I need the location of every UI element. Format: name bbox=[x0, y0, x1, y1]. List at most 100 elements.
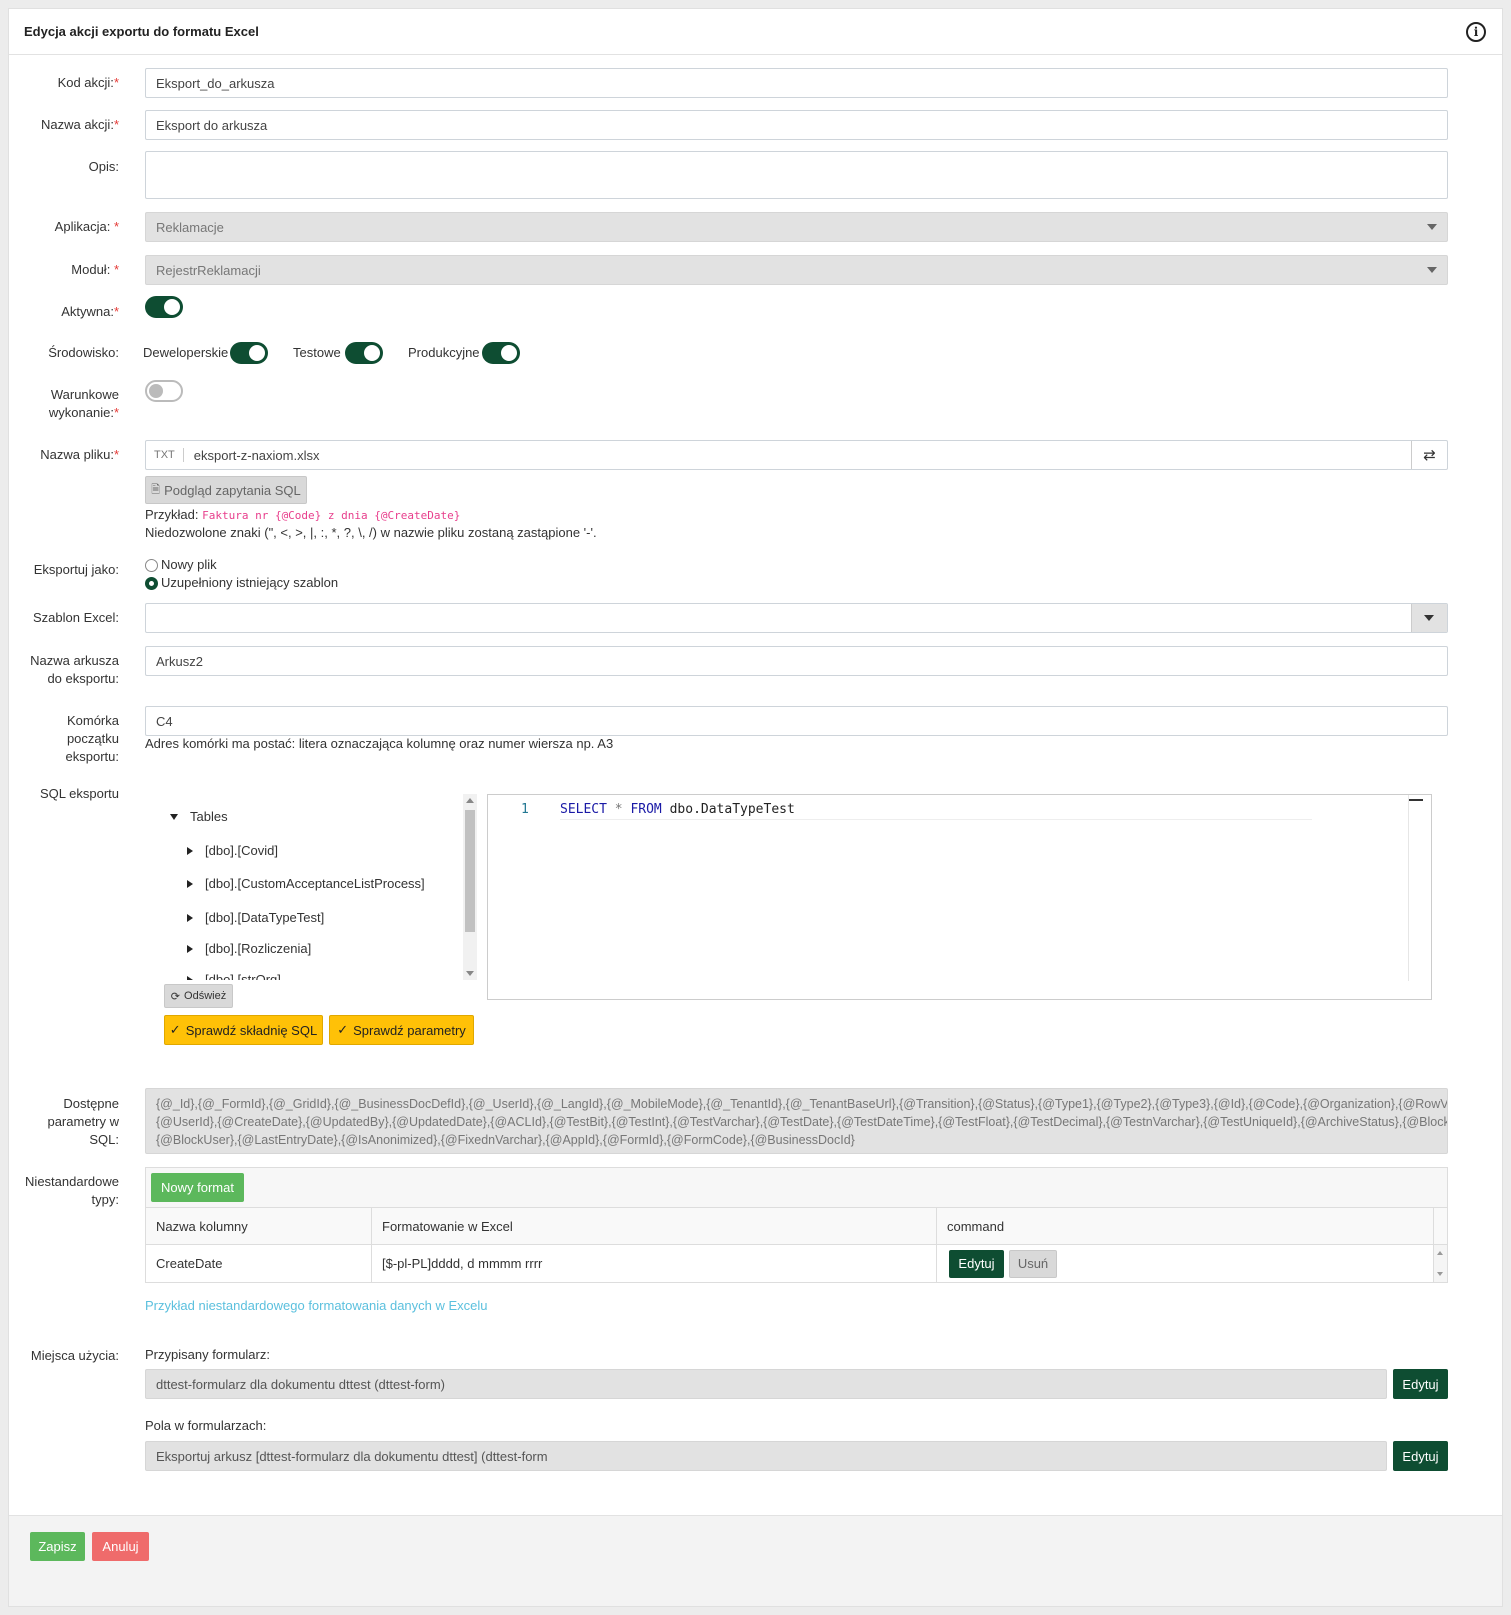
info-icon[interactable]: i bbox=[1466, 21, 1486, 42]
fields-label: Pola w formularzach: bbox=[145, 1418, 267, 1433]
new-format-button[interactable]: Nowy format bbox=[151, 1173, 244, 1202]
save-button[interactable]: Zapisz bbox=[30, 1532, 85, 1561]
kod-label: Kod akcji:* bbox=[57, 75, 119, 90]
cell-column-name: CreateDate bbox=[146, 1245, 372, 1282]
preview-sql-button[interactable]: 🗎 Podgląd zapytania SQL bbox=[145, 476, 307, 504]
warunkowe-label: Warunkowe wykonanie:* bbox=[48, 387, 119, 420]
check-syntax-button[interactable]: ✓ Sprawdź składnię SQL bbox=[164, 1015, 323, 1045]
srodowisko-label: Środowisko: bbox=[48, 345, 119, 360]
refresh-icon: ⟳ bbox=[170, 990, 181, 1003]
kod-input[interactable]: Eksport_do_arkusza bbox=[145, 68, 1448, 98]
env-test-label: Testowe bbox=[293, 345, 341, 360]
env-dev-label: Deweloperskie bbox=[143, 345, 229, 360]
caret-right-icon bbox=[187, 846, 193, 855]
sql-editor[interactable]: 1 SELECT * FROM dbo.DataTypeTest bbox=[487, 794, 1432, 1000]
caret-down-icon bbox=[170, 813, 178, 820]
page-title: Edycja akcji exportu do formatu Excel bbox=[24, 24, 259, 39]
chevron-down-icon[interactable] bbox=[1411, 604, 1447, 632]
format-example-link[interactable]: Przykład niestandardowego formatowania d… bbox=[145, 1298, 488, 1313]
caret-right-icon bbox=[187, 879, 193, 888]
tree-scrollbar[interactable] bbox=[463, 794, 477, 980]
radio-new-label: Nowy plik bbox=[161, 557, 217, 572]
scroll-down-icon[interactable] bbox=[466, 971, 474, 976]
check-circle-icon: ✓ bbox=[169, 1022, 181, 1037]
grid-scrollbar[interactable] bbox=[1434, 1245, 1447, 1282]
params-label: Dostępne parametry w SQL: bbox=[47, 1096, 119, 1147]
check-circle-icon: ✓ bbox=[337, 1022, 349, 1037]
komorka-input[interactable]: C4 bbox=[145, 706, 1448, 736]
assigned-form-field: dttest-formularz dla dokumentu dttest (d… bbox=[145, 1369, 1387, 1399]
edit-fields-button[interactable]: Edytuj bbox=[1393, 1441, 1448, 1471]
cancel-button[interactable]: Anuluj bbox=[92, 1532, 149, 1561]
custom-types-grid: Nowy format Nazwa kolumny Formatowanie w… bbox=[145, 1167, 1448, 1283]
modul-label: Moduł: * bbox=[71, 262, 119, 277]
refresh-button[interactable]: ⟳ Odśwież bbox=[164, 984, 233, 1008]
table-tree: Tables [dbo].[Covid] [dbo].[CustomAccept… bbox=[164, 794, 479, 980]
tree-table-item[interactable]: [dbo].[CustomAcceptanceListProcess] bbox=[187, 876, 425, 891]
opis-textarea[interactable] bbox=[145, 151, 1448, 199]
modul-select[interactable]: RejestrReklamacji bbox=[145, 255, 1448, 285]
caret-right-icon bbox=[187, 944, 193, 953]
cell-format: [$-pl-PL]dddd, d mmmm rrrr bbox=[372, 1245, 937, 1282]
plik-prefix: TXT bbox=[146, 448, 184, 462]
caret-right-icon bbox=[187, 975, 193, 980]
tree-table-item[interactable]: [dbo].[DataTypeTest] bbox=[187, 910, 324, 925]
usage-label: Miejsca użycia: bbox=[30, 1348, 119, 1363]
swap-icon[interactable]: ⇄ bbox=[1411, 441, 1447, 469]
aktywna-toggle[interactable] bbox=[145, 296, 183, 318]
file-icon: 🗎 bbox=[151, 483, 161, 496]
warunkowe-toggle[interactable] bbox=[145, 380, 183, 402]
komorka-label: Komórka początku eksportu: bbox=[65, 713, 119, 764]
edit-panel: Edycja akcji exportu do formatu Excel i … bbox=[8, 8, 1503, 1607]
scroll-down-icon[interactable] bbox=[1437, 1272, 1443, 1276]
footer-bar: Zapisz Anuluj bbox=[9, 1515, 1502, 1606]
table-row: CreateDate [$-pl-PL]dddd, d mmmm rrrr Ed… bbox=[146, 1245, 1447, 1282]
plik-label: Nazwa pliku:* bbox=[40, 447, 119, 462]
env-prod-label: Produkcyjne bbox=[408, 345, 480, 360]
tree-table-item[interactable]: [dbo].[Covid] bbox=[187, 843, 278, 858]
scroll-thumb[interactable] bbox=[465, 810, 475, 932]
form-label: Przypisany formularz: bbox=[145, 1347, 270, 1362]
panel-header: Edycja akcji exportu do formatu Excel i bbox=[9, 9, 1502, 55]
params-textarea[interactable]: {@_Id},{@_FormId},{@_GridId},{@_Business… bbox=[145, 1088, 1448, 1154]
caret-right-icon bbox=[187, 913, 193, 922]
cell-command: Edytuj Usuń bbox=[937, 1245, 1434, 1282]
sql-label: SQL eksportu bbox=[39, 786, 119, 801]
plik-input[interactable]: TXT eksport-z-naxiom.xlsx ⇄ bbox=[145, 440, 1448, 470]
edit-form-button[interactable]: Edytuj bbox=[1393, 1369, 1448, 1399]
chevron-down-icon bbox=[1427, 267, 1437, 273]
env-dev-toggle[interactable] bbox=[230, 342, 268, 364]
column-header[interactable]: command bbox=[937, 1208, 1434, 1244]
check-params-button[interactable]: ✓ Sprawdź parametry bbox=[329, 1015, 474, 1045]
szablon-select[interactable] bbox=[145, 603, 1448, 633]
minimap-slider[interactable] bbox=[1409, 799, 1423, 801]
tree-table-item[interactable]: [dbo].[strOrg] bbox=[187, 972, 281, 980]
form-fields-field: Eksportuj arkusz [dttest-formularz dla d… bbox=[145, 1441, 1387, 1471]
nazwa-input[interactable]: Eksport do arkusza bbox=[145, 110, 1448, 140]
aplikacja-select[interactable]: Reklamacje bbox=[145, 212, 1448, 242]
scroll-up-icon[interactable] bbox=[466, 798, 474, 803]
tree-root[interactable]: Tables bbox=[170, 809, 228, 824]
eksportuj-label: Eksportuj jako: bbox=[33, 562, 119, 577]
grid-toolbar: Nowy format bbox=[146, 1168, 1447, 1208]
edit-row-button[interactable]: Edytuj bbox=[949, 1249, 1004, 1278]
line-number: 1 bbox=[521, 802, 529, 817]
custom-types-label: Niestandardowe typy: bbox=[25, 1174, 119, 1207]
aktywna-label: Aktywna:* bbox=[61, 304, 119, 319]
arkusz-input[interactable]: Arkusz2 bbox=[145, 646, 1448, 676]
radio-new-file[interactable] bbox=[145, 559, 158, 572]
radio-template-label: Uzupełniony istniejący szablon bbox=[161, 575, 339, 590]
scroll-up-icon[interactable] bbox=[1437, 1251, 1443, 1255]
arkusz-label: Nazwa arkusza do eksportu: bbox=[30, 653, 119, 686]
column-header[interactable]: Formatowanie w Excel bbox=[372, 1208, 937, 1244]
env-prod-toggle[interactable] bbox=[482, 342, 520, 364]
sql-code-line[interactable]: SELECT * FROM dbo.DataTypeTest bbox=[560, 802, 1312, 820]
delete-row-button[interactable]: Usuń bbox=[1009, 1249, 1057, 1278]
tree-table-item[interactable]: [dbo].[Rozliczenia] bbox=[187, 941, 311, 956]
env-test-toggle[interactable] bbox=[345, 342, 383, 364]
komorka-note: Adres komórki ma postać: litera oznaczaj… bbox=[145, 736, 614, 751]
aplikacja-label: Aplikacja: * bbox=[54, 219, 119, 234]
forbidden-note: Niedozwolone znaki (", <, >, |, :, *, ?,… bbox=[145, 525, 597, 540]
radio-template[interactable] bbox=[145, 577, 158, 590]
column-header[interactable]: Nazwa kolumny bbox=[146, 1208, 372, 1244]
